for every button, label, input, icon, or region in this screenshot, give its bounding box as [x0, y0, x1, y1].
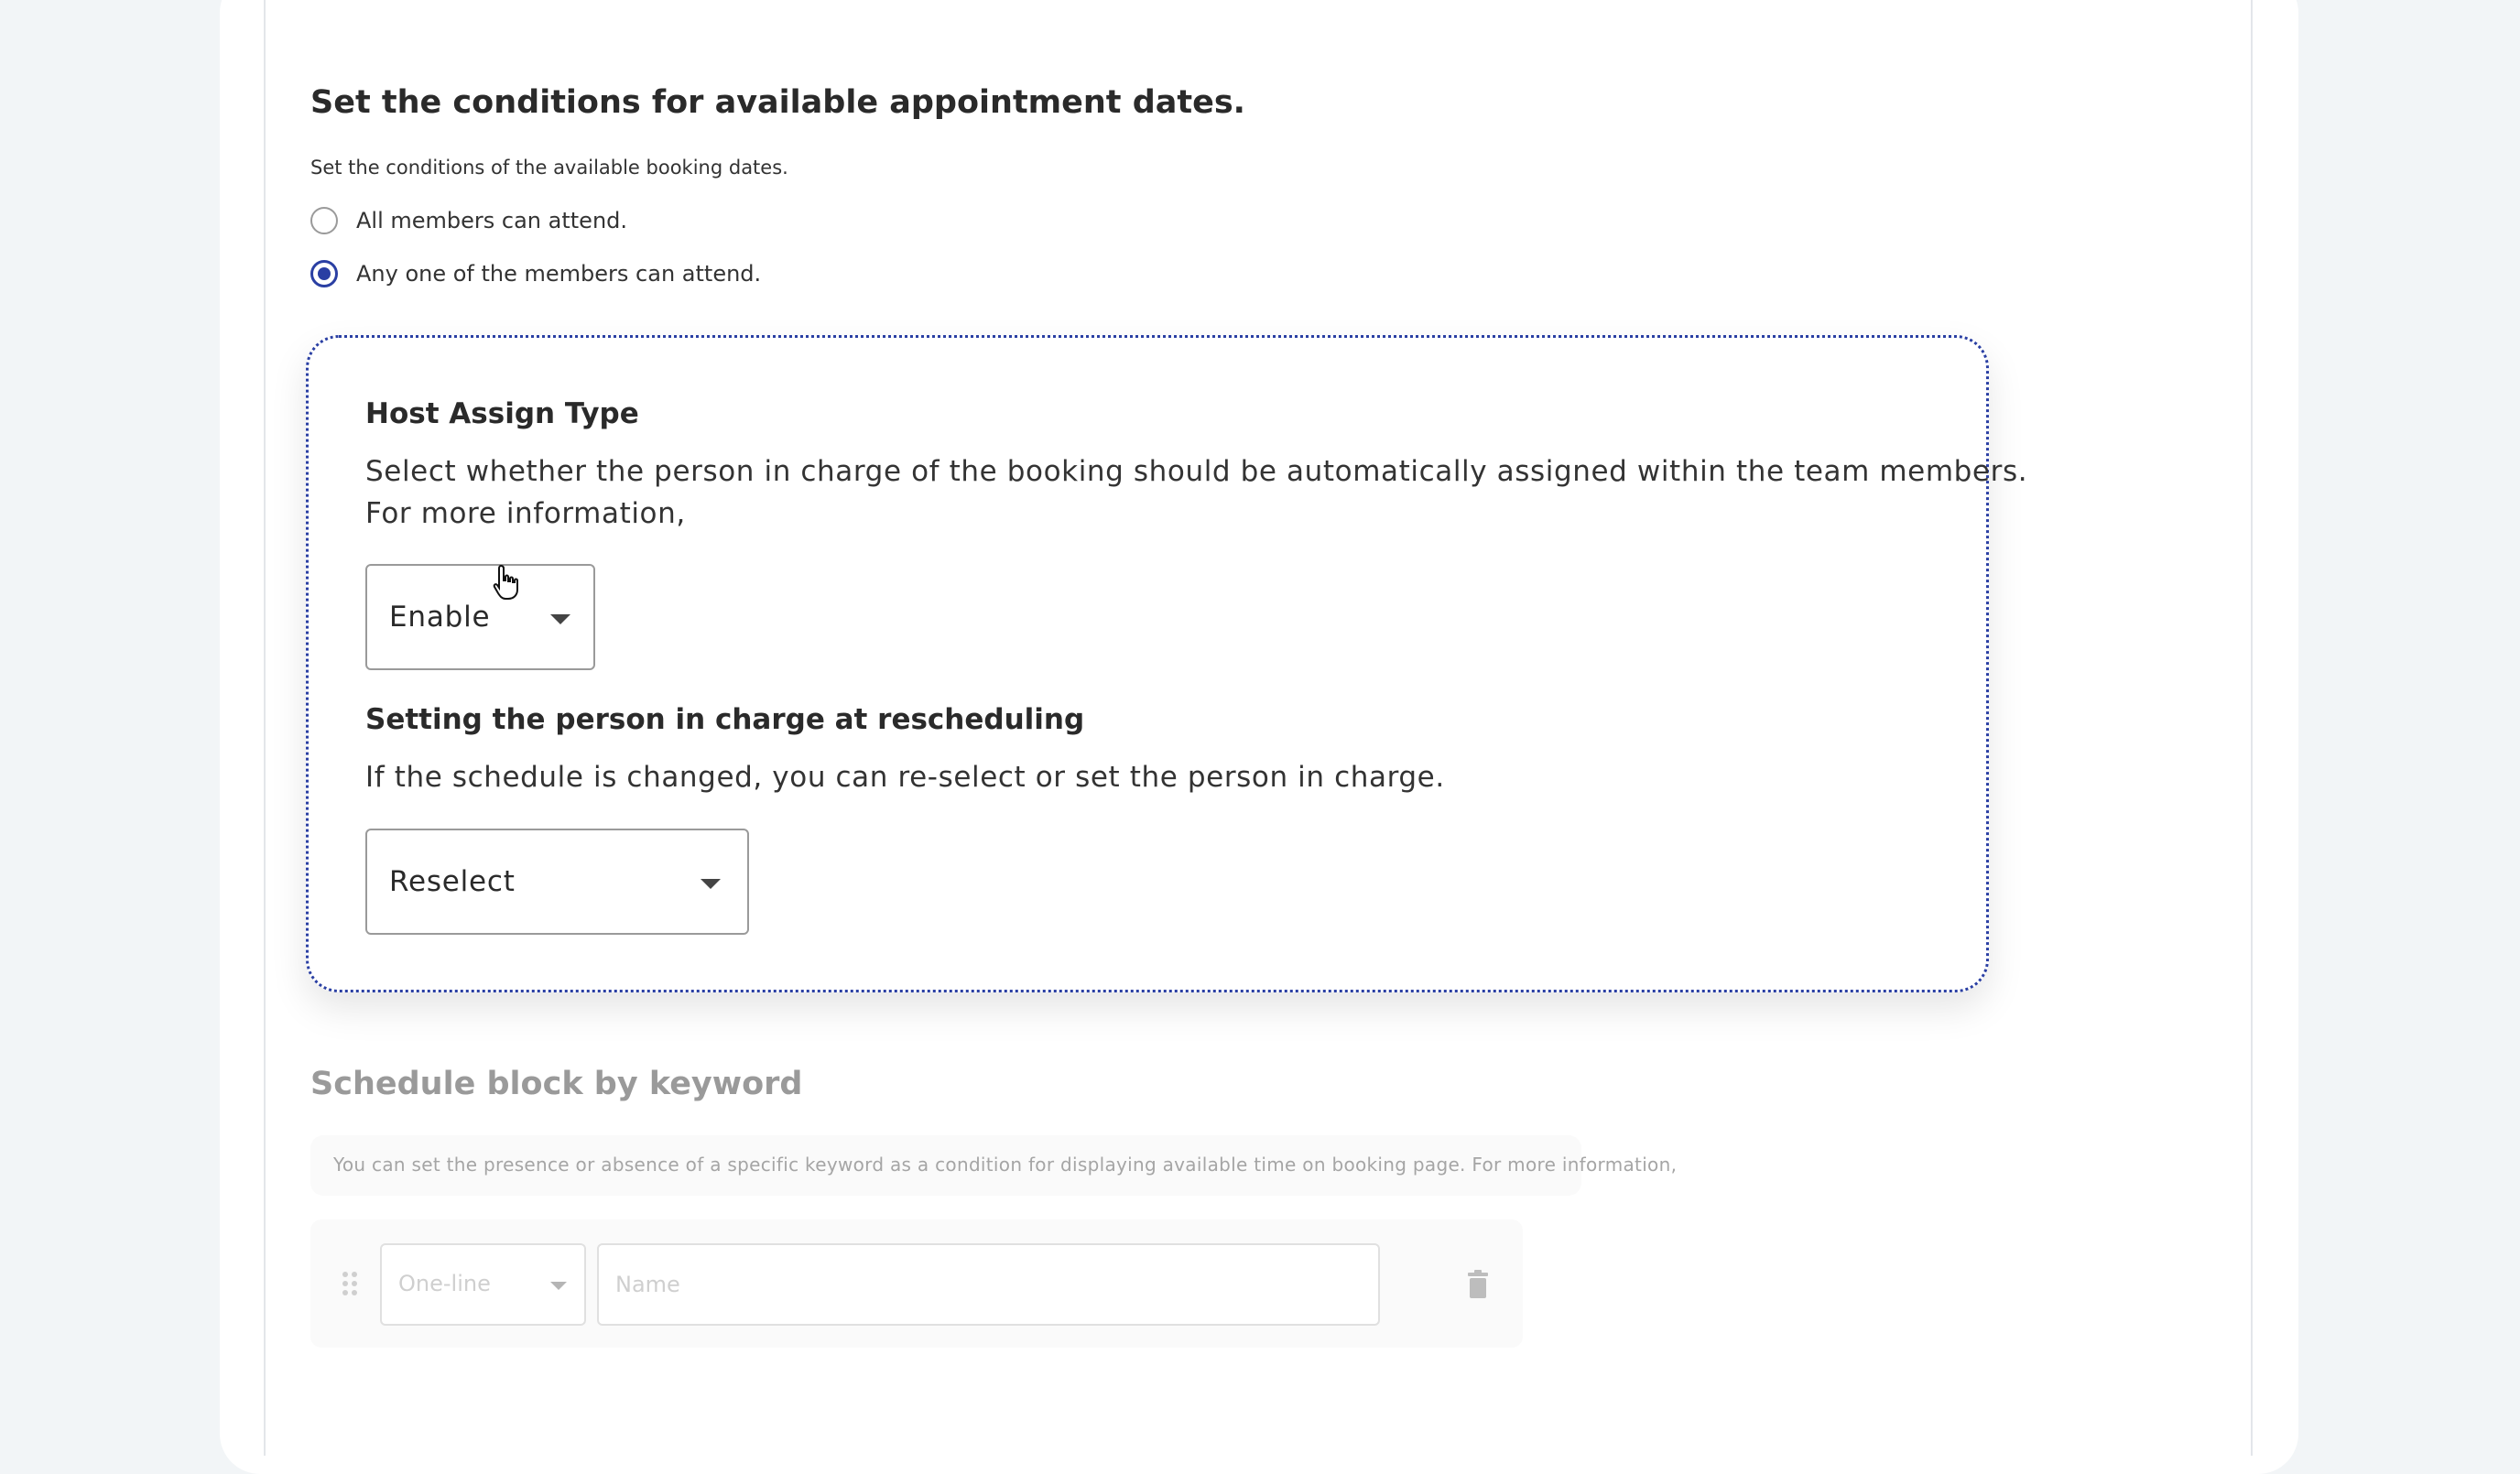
availability-description: Set the conditions of the available book…: [310, 157, 788, 179]
chevron-down-icon: [550, 1282, 567, 1290]
radio-all-members-label: All members can attend.: [356, 208, 627, 233]
trash-icon[interactable]: [1466, 1270, 1490, 1299]
drag-handle-icon[interactable]: [342, 1271, 358, 1296]
host-assign-select[interactable]: Enable: [365, 564, 595, 670]
host-assign-title: Host Assign Type: [365, 397, 639, 430]
rescheduling-select[interactable]: Reselect: [365, 829, 749, 935]
radio-any-member[interactable]: Any one of the members can attend.: [310, 260, 761, 287]
radio-any-member-label: Any one of the members can attend.: [356, 261, 761, 287]
radio-unchecked-icon[interactable]: [310, 207, 338, 234]
radio-all-members[interactable]: All members can attend.: [310, 207, 627, 234]
chevron-down-icon: [701, 879, 721, 889]
rescheduling-title: Setting the person in charge at reschedu…: [365, 703, 1084, 736]
host-assign-description-line2: For more information,: [365, 493, 686, 535]
keyword-name-input[interactable]: [597, 1243, 1380, 1326]
host-assign-select-value: Enable: [389, 601, 490, 634]
keyword-type-value: One-line: [398, 1271, 491, 1296]
hand-pointer-icon: [493, 564, 524, 602]
availability-title: Set the conditions for available appoint…: [310, 84, 1245, 121]
radio-checked-icon[interactable]: [310, 260, 338, 287]
keyword-block-description: You can set the presence or absence of a…: [333, 1154, 1677, 1176]
keyword-type-select[interactable]: One-line: [380, 1243, 586, 1326]
chevron-down-icon: [550, 614, 570, 624]
rescheduling-select-value: Reselect: [389, 865, 516, 898]
host-assign-description-line1: Select whether the person in charge of t…: [365, 450, 2027, 493]
rescheduling-description: If the schedule is changed, you can re-s…: [365, 756, 1445, 798]
keyword-block-title: Schedule block by keyword: [310, 1066, 802, 1102]
